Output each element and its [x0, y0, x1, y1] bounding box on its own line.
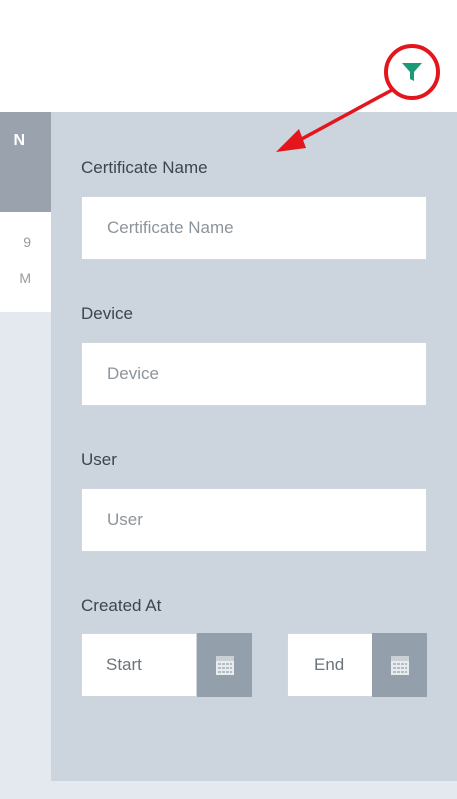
device-label: Device: [81, 304, 133, 323]
calendar-icon: [390, 656, 409, 675]
table-row[interactable]: 9 M: [0, 212, 51, 312]
start-date-calendar-button[interactable]: [197, 633, 252, 697]
table-header: N: [0, 112, 51, 212]
filter-button[interactable]: [384, 44, 440, 100]
end-date-input[interactable]: [287, 633, 373, 697]
certificate-name-label: Certificate Name: [81, 158, 208, 177]
user-input[interactable]: [81, 488, 427, 552]
end-date-calendar-button[interactable]: [372, 633, 427, 697]
calendar-icon: [215, 656, 234, 675]
start-date-input[interactable]: [81, 633, 197, 697]
table-cell-text: 9: [23, 234, 31, 250]
device-input[interactable]: [81, 342, 427, 406]
table-fragment: N 9 M: [0, 112, 51, 799]
funnel-icon: [402, 63, 422, 81]
table-header-text: N: [13, 132, 25, 149]
created-at-label: Created At: [81, 596, 162, 615]
filter-panel-footer: [51, 781, 457, 799]
table-cell-text: M: [19, 270, 31, 286]
user-label: User: [81, 450, 117, 469]
certificate-name-input[interactable]: [81, 196, 427, 260]
